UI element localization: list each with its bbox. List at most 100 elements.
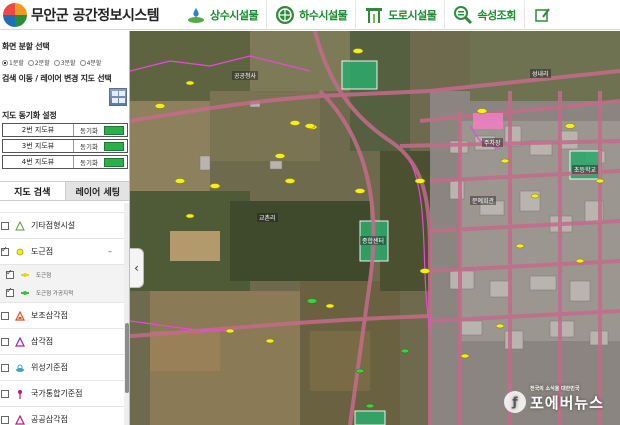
sync-toggle[interactable] bbox=[104, 125, 124, 135]
layer-checkbox[interactable] bbox=[1, 389, 9, 398]
menu-label: 도로시설물 bbox=[388, 8, 437, 22]
map-label: 성내리 bbox=[530, 69, 551, 78]
radio-icon bbox=[79, 59, 86, 66]
layer-item[interactable]: 보조삼각점 bbox=[0, 303, 124, 329]
layer-item[interactable]: 삼각점 bbox=[0, 329, 124, 355]
sync-row-label: 4번 지도뷰 bbox=[3, 156, 74, 168]
split-title: 화면 분할 선택 bbox=[2, 42, 50, 51]
app-root: 무안군 공간정보시스템 상수시설물 하수시설물 도로시설물 속성조회 화면 분할… bbox=[0, 0, 620, 425]
layer-item[interactable]: 국가통합기준점 bbox=[0, 381, 124, 407]
radio-label: 3분할 bbox=[60, 60, 76, 67]
muan-logo-icon bbox=[3, 2, 27, 27]
sub-layer-item[interactable]: 도근점 bbox=[0, 265, 124, 284]
scrollbar-thumb[interactable] bbox=[125, 323, 129, 393]
collapse-toggle[interactable]: – bbox=[108, 247, 112, 256]
map-view[interactable]: 공공청사 성내리 교촌리 주차장 문예회관 종합센터 초등학교 ƒ 전국의 소식… bbox=[130, 31, 620, 425]
layer-name: 도근점 bbox=[36, 272, 52, 279]
edit-icon bbox=[533, 5, 553, 25]
grid-cell bbox=[119, 98, 125, 103]
layer-name: 보조삼각점 bbox=[31, 311, 68, 320]
layer-checkbox[interactable] bbox=[1, 337, 9, 346]
map-label: 공공청사 bbox=[232, 71, 259, 80]
menu-road-facility[interactable]: 도로시설물 bbox=[355, 0, 444, 30]
map-select-button[interactable] bbox=[109, 88, 127, 106]
sub-layer-item[interactable]: 도근점 가공지적 bbox=[0, 284, 124, 303]
grid-cell bbox=[119, 91, 125, 96]
menu-water-supply[interactable]: 상수시설물 bbox=[180, 0, 266, 30]
split-option-1[interactable]: 1분할 bbox=[2, 58, 24, 67]
sync-title: 지도 동기화 설정 bbox=[2, 111, 57, 120]
layer-name: 기타점형시설 bbox=[31, 221, 76, 230]
layer-item[interactable]: 도근점 – bbox=[0, 239, 124, 265]
radio-label: 4분할 bbox=[86, 60, 102, 67]
layer-name: 위성기준점 bbox=[31, 363, 68, 372]
news-watermark: ƒ 전국의 소식을 대한민국 포에버뉴스 bbox=[503, 385, 604, 413]
split-options: 1분할 2분할 3분할 4분할 bbox=[0, 58, 103, 67]
layer-checkbox[interactable] bbox=[1, 415, 9, 424]
map-label: 초등학교 bbox=[572, 165, 599, 174]
side-panel: 화면 분할 선택 1분할 2분할 3분할 4분할 검색 이동 / 레이어 변경 … bbox=[0, 31, 130, 425]
tab-map-search[interactable]: 지도 검색 bbox=[0, 182, 65, 200]
road-facility-icon bbox=[364, 5, 384, 25]
menu-label: 하수시설물 bbox=[299, 8, 348, 22]
sync-toggle[interactable] bbox=[104, 157, 124, 167]
layer-item[interactable]: 공공삼각점 bbox=[0, 407, 124, 425]
menu-sewer[interactable]: 하수시설물 bbox=[266, 0, 355, 30]
brand[interactable]: 무안군 공간정보시스템 bbox=[0, 2, 180, 27]
sewer-icon bbox=[275, 5, 295, 25]
aerial-map[interactable] bbox=[130, 31, 620, 425]
app-title: 무안군 공간정보시스템 bbox=[31, 7, 160, 24]
radio-icon bbox=[53, 59, 60, 66]
move-title: 검색 이동 / 레이어 변경 지도 선택 bbox=[2, 74, 112, 83]
sync-row-2: 2번 지도뷰 동기화 bbox=[2, 123, 128, 137]
national-point-icon bbox=[15, 389, 25, 399]
radio-icon bbox=[27, 59, 34, 66]
split-option-4[interactable]: 4분할 bbox=[79, 58, 102, 67]
menu-attribute-search[interactable]: 속성조회 bbox=[444, 0, 523, 30]
sync-row-text: 동기화 bbox=[80, 143, 98, 151]
map-label: 문예회관 bbox=[470, 196, 497, 205]
sync-row-label: 3번 지도뷰 bbox=[3, 140, 74, 152]
radio-icon bbox=[2, 59, 8, 66]
layer-item[interactable]: 위성기준점 bbox=[0, 355, 124, 381]
menu-label: 속성조회 bbox=[477, 8, 516, 22]
watermark-text: 전국의 소식을 대한민국 포에버뉴스 bbox=[530, 385, 604, 413]
menu-more[interactable] bbox=[523, 0, 565, 30]
split-option-3[interactable]: 3분할 bbox=[53, 58, 76, 67]
tab-layer-setting[interactable]: 레이어 세팅 bbox=[64, 182, 129, 200]
attribute-search-icon bbox=[453, 5, 473, 25]
layer-list: 기타점형시설 도근점 – 도근점 도근점 가공지적 보조삼각점 bbox=[0, 203, 124, 425]
menu-label: 상수시설물 bbox=[210, 8, 259, 22]
sync-row-4: 4번 지도뷰 동기화 bbox=[2, 155, 128, 169]
dogeun-point-icon bbox=[15, 247, 25, 257]
sync-list: 2번 지도뷰 동기화 3번 지도뷰 동기화 4번 지도뷰 동기화 bbox=[0, 123, 129, 171]
map-label: 주차장 bbox=[482, 138, 503, 147]
layer-checkbox[interactable] bbox=[1, 245, 9, 256]
watermark-tagline: 전국의 소식을 대한민국 bbox=[529, 386, 580, 392]
sync-toggle[interactable] bbox=[104, 141, 124, 151]
panel-tabs: 지도 검색 레이어 세팅 bbox=[0, 181, 129, 201]
layer-name: 공공삼각점 bbox=[31, 415, 68, 424]
grid-cell bbox=[112, 91, 118, 96]
layer-checkbox[interactable] bbox=[6, 286, 14, 297]
layer-checkbox[interactable] bbox=[1, 221, 9, 230]
sync-row-label: 2번 지도뷰 bbox=[3, 124, 74, 136]
main-menu: 상수시설물 하수시설물 도로시설물 속성조회 bbox=[180, 0, 565, 30]
layer-partial bbox=[0, 203, 124, 213]
panel-collapse-button[interactable]: ‹ bbox=[130, 248, 144, 288]
sub-layer-icon bbox=[20, 270, 30, 280]
watermark-brand: 포에버뉴스 bbox=[529, 394, 604, 412]
layer-name: 국가통합기준점 bbox=[31, 389, 83, 398]
split-option-2[interactable]: 2분할 bbox=[27, 58, 50, 67]
watermark-logo-icon: ƒ bbox=[503, 391, 526, 413]
water-supply-icon bbox=[186, 5, 206, 25]
layer-name: 도근점 가공지적 bbox=[36, 291, 74, 297]
layer-checkbox[interactable] bbox=[1, 363, 9, 372]
chevron-left-icon: ‹ bbox=[134, 261, 139, 275]
layer-name: 도근점 bbox=[31, 247, 54, 256]
layer-item[interactable]: 기타점형시설 bbox=[0, 213, 124, 239]
layer-checkbox[interactable] bbox=[6, 268, 14, 279]
layer-checkbox[interactable] bbox=[1, 311, 9, 320]
sync-row-text: 동기화 bbox=[80, 159, 98, 167]
triangulation-icon bbox=[15, 336, 25, 347]
